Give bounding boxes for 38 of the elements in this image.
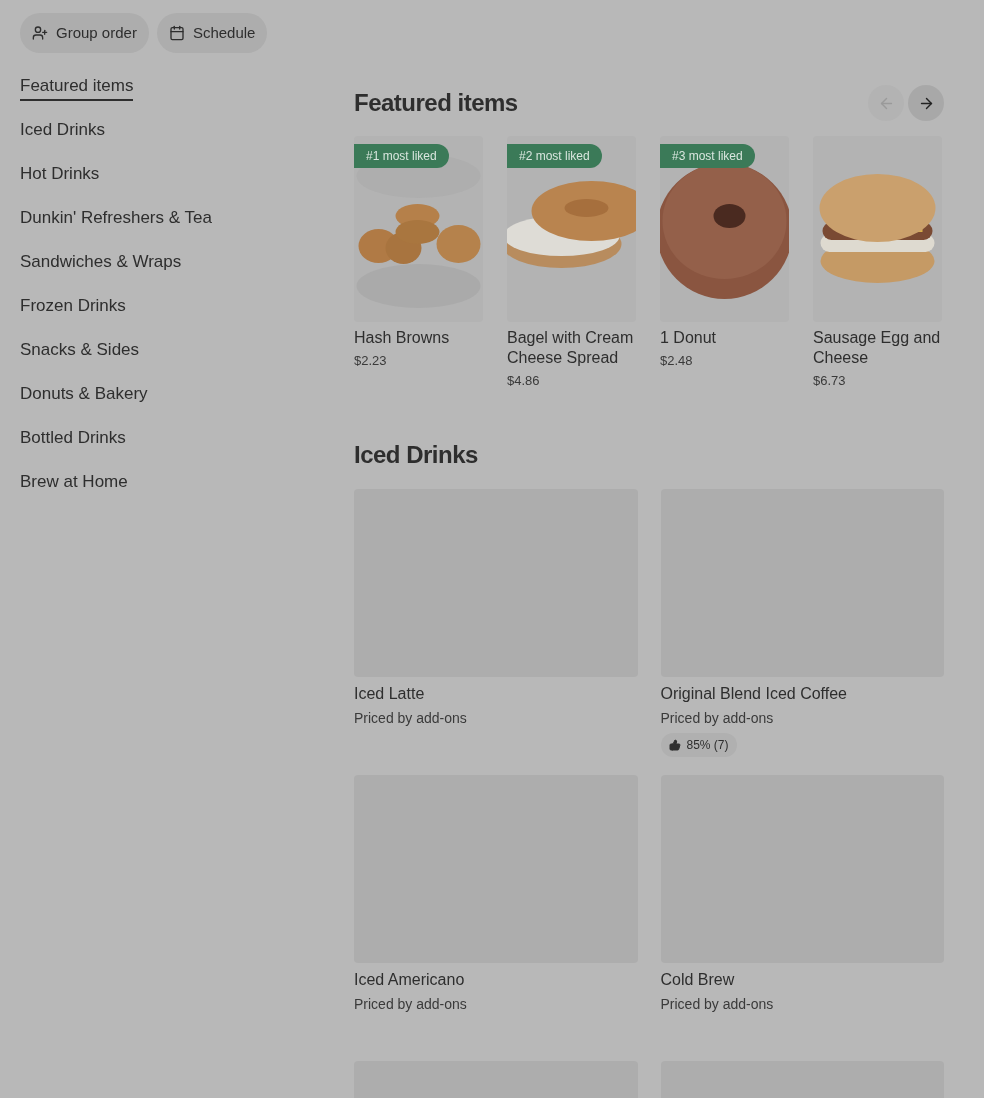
sidebar-item[interactable]: Dunkin' Refreshers & Tea (20, 207, 212, 251)
sidebar-item[interactable]: Donuts & Bakery (20, 383, 148, 427)
item-price: $6.73 (813, 372, 847, 390)
sidebar-item[interactable]: Frozen Drinks (20, 295, 126, 339)
item-name: Iced Americano (354, 969, 466, 990)
section-title: Iced Drinks (354, 439, 479, 470)
sidebar-item[interactable]: Bottled Drinks (20, 427, 126, 471)
calendar-icon (168, 25, 185, 41)
item-name: Cold Brew (660, 969, 736, 990)
item-price: $2.48 (660, 352, 694, 370)
sidebar-item[interactable]: Featured items (20, 75, 134, 119)
sidebar-item[interactable]: Hot Drinks (20, 163, 100, 207)
group-order-button[interactable]: Group order (20, 13, 149, 53)
item-price: Priced by add-ons (354, 708, 468, 728)
person-add-icon (32, 25, 48, 41)
thumbs-up-icon (668, 738, 681, 751)
item-price: Priced by add-ons (660, 994, 775, 1014)
sidebar-item[interactable]: Brew at Home (20, 471, 128, 515)
item-price: Priced by add-ons (354, 994, 468, 1014)
item-name: Hash Browns (354, 328, 451, 348)
item-name: Iced Latte (354, 683, 426, 704)
sidebar-item[interactable]: Sandwiches & Wraps (20, 251, 182, 295)
next-button[interactable] (908, 85, 944, 121)
sidebar-item[interactable]: Iced Drinks (20, 119, 106, 163)
rank-badge: #3 most liked (660, 144, 755, 168)
item-price: Priced by add-ons (660, 708, 775, 728)
item-price: $4.86 (507, 372, 541, 390)
sidebar-item[interactable]: Snacks & Sides (20, 339, 140, 383)
item-price: $2.23 (354, 352, 388, 370)
section-title: Featured items (354, 88, 518, 118)
rank-badge: #1 most liked (354, 144, 449, 168)
rating-badge: 85% (7) (660, 732, 737, 757)
item-name: Sausage Egg and Cheese (813, 328, 942, 368)
item-name: Bagel with Cream Cheese Spread (507, 328, 635, 368)
item-name: 1 Donut (660, 328, 718, 348)
rank-badge: #2 most liked (507, 144, 602, 168)
schedule-button[interactable]: Schedule (156, 13, 268, 53)
item-name: Original Blend Iced Coffee (660, 683, 848, 704)
